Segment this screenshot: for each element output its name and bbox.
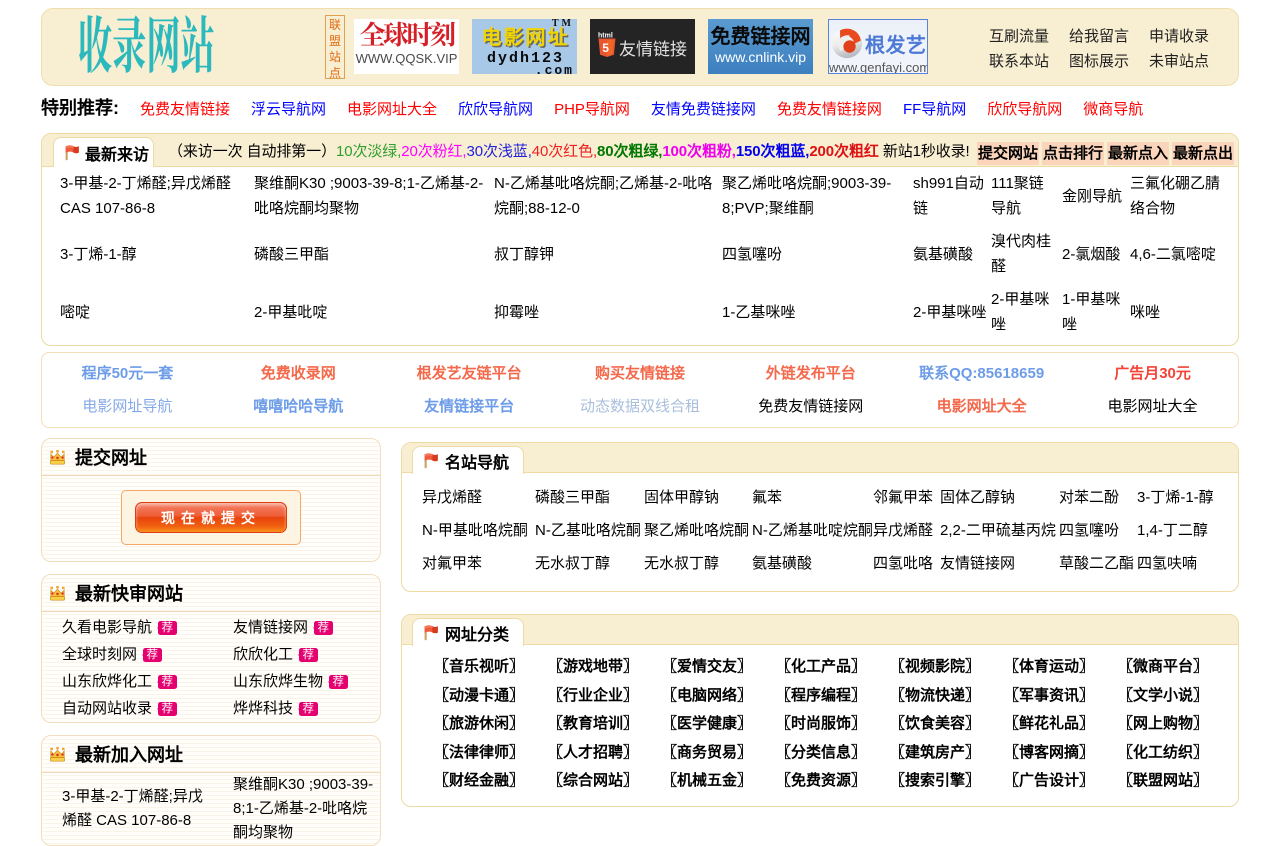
svg-text:html: html <box>598 33 613 40</box>
svg-text:5: 5 <box>602 41 609 55</box>
